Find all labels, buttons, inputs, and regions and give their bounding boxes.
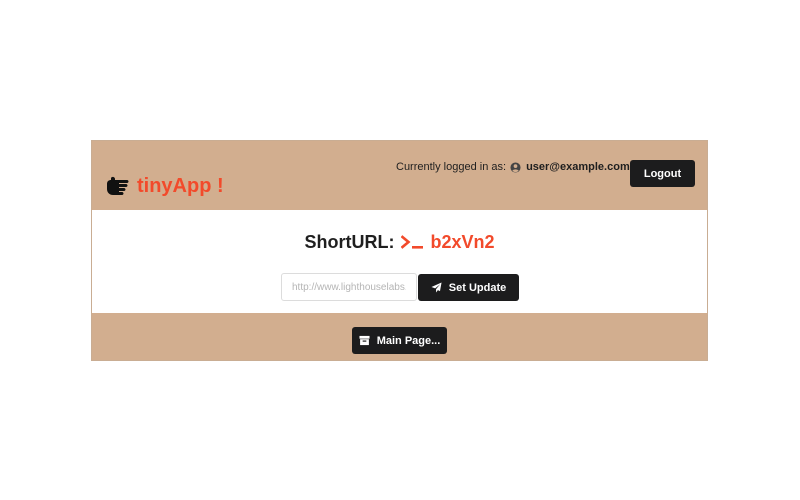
page-title: ShortURL: b2xVn2 — [92, 231, 707, 253]
footer-bar: Main Page... — [92, 313, 707, 360]
title-prefix: ShortURL: — [304, 232, 395, 252]
set-update-button[interactable]: Set Update — [418, 274, 519, 301]
url-edit-card: tinyApp ! Currently logged in as: user@e… — [91, 140, 708, 361]
brand-logo[interactable]: tinyApp ! — [106, 174, 224, 198]
long-url-input[interactable] — [281, 273, 417, 301]
brand-name: tinyApp ! — [137, 175, 224, 197]
set-update-label: Set Update — [448, 281, 507, 294]
top-navbar: tinyApp ! Currently logged in as: user@e… — [92, 141, 707, 210]
main-page-label: Main Page... — [376, 334, 441, 347]
archive-box-icon — [359, 335, 370, 346]
paper-plane-icon — [431, 282, 442, 293]
user-email: user@example.com — [526, 161, 630, 173]
terminal-icon — [401, 235, 424, 249]
main-page-button[interactable]: Main Page... — [352, 327, 447, 354]
short-code: b2xVn2 — [430, 232, 495, 252]
login-status: Currently logged in as: user@example.com — [396, 161, 630, 173]
logout-button[interactable]: Logout — [630, 160, 695, 187]
user-circle-icon — [510, 161, 521, 173]
login-prefix: Currently logged in as: — [396, 161, 507, 173]
pointing-hand-icon — [107, 176, 129, 195]
